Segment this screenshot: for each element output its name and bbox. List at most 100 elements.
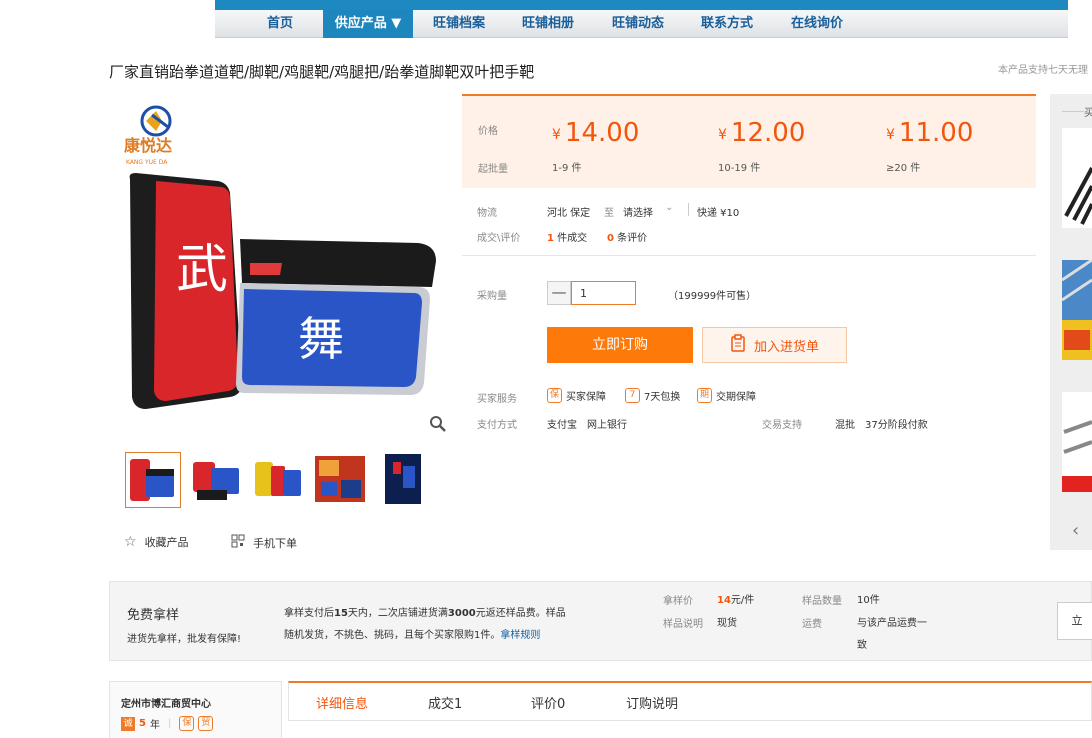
thumbnail-4[interactable] (313, 452, 369, 508)
ship-to: 至 (604, 208, 614, 219)
thumbnail-3[interactable] (251, 452, 307, 508)
payment-label: 支付方式 (477, 420, 517, 431)
product-title: 厂家直销跆拳道道靶/脚靶/鸡腿靶/鸡腿把/跆拳道脚靶双叶把手靶 (109, 63, 535, 81)
black-kick-pad (240, 239, 436, 287)
recommend-item-3[interactable] (1062, 392, 1092, 492)
buy-now-button[interactable]: 立即订购 (547, 327, 693, 363)
sample-title: 免费拿样 (127, 608, 180, 623)
shop-years-unit: 年 (149, 720, 160, 731)
shop-years: 5 (139, 718, 146, 729)
mobile-order[interactable]: 手机下单 (231, 534, 297, 551)
red-pad-character: 武 (176, 240, 228, 300)
shop-nav-bar: 首页 供应产品 ▼ 旺铺档案 旺铺相册 旺铺动态 联系方式 在线询价 (215, 10, 1068, 38)
payment-methods: 支付宝 网上银行 (547, 420, 627, 431)
sample-qty: 10件 (857, 595, 880, 606)
mobile-order-label: 手机下单 (253, 536, 297, 550)
chevron-left-icon[interactable]: ‹ (1072, 520, 1079, 541)
price-tier-3: ¥11.00 (886, 118, 974, 148)
brand-subname: KANG YUE DA (126, 159, 168, 166)
shop-name[interactable]: 定州市博汇商贸中心 (121, 695, 211, 710)
sample-price-label: 拿样价 (663, 596, 693, 607)
delivery-guarantee-icon: 期 (697, 388, 712, 403)
top-banner-strip (215, 0, 1068, 10)
deal-label: 成交\评价 (477, 233, 521, 244)
blue-pad-character: 舞 (298, 312, 344, 366)
decrease-quantity-button[interactable]: — (547, 281, 571, 305)
nav-home[interactable]: 首页 (243, 10, 317, 38)
chevron-down-icon[interactable]: ⌄ (665, 202, 673, 213)
main-product-image[interactable]: 康悦达 KANG YUE DA 武 舞 (118, 97, 454, 433)
review-count[interactable]: 0 条评价 (607, 229, 647, 244)
sample-desc-line-2: 随机发货，不挑色、挑码，且每个买家限购1件。拿样规则 (284, 630, 541, 641)
trade-badge-icon: 贸 (198, 716, 214, 731)
trade-support-label: 交易支持 (762, 420, 802, 431)
sample-subtitle: 进货先拿样，批发有保障! (127, 634, 242, 645)
get-sample-button[interactable]: 立 (1057, 602, 1092, 640)
trade-support-value: 混批 37分阶段付款 (835, 420, 928, 431)
logistics-label: 物流 (477, 208, 497, 219)
detail-tabs: 详细信息 成交1 评价0 订购说明 (288, 681, 1092, 721)
blue-kick-pad: 舞 (236, 283, 430, 395)
recommend-item-1[interactable] (1062, 128, 1092, 228)
sample-shipping-label: 运费 (802, 619, 822, 630)
trust-badge-icon: 诚 (121, 716, 135, 731)
zoom-icon[interactable] (428, 414, 448, 434)
recommend-title: 买 (1084, 108, 1092, 119)
deal-count[interactable]: 1 件成交 (547, 229, 587, 244)
price-tier-2: ¥12.00 (718, 118, 806, 148)
buyer-service-label: 买家服务 (477, 394, 517, 405)
sample-rules-link[interactable]: 拿样规则 (500, 630, 540, 641)
brand-logo: 康悦达 KANG YUE DA (124, 105, 172, 166)
favorite-product[interactable]: ☆ 收藏产品 (124, 534, 189, 550)
sample-desc-line-1: 拿样支付后15天内，二次店铺进货满3000元返还样品费。样品 (284, 608, 566, 619)
nav-news[interactable]: 旺铺动态 (597, 10, 679, 38)
price-tier-3-range: ≥20 件 (886, 163, 921, 174)
tab-order-notes[interactable]: 订购说明 (626, 693, 678, 712)
price-tier-2-range: 10-19 件 (718, 163, 761, 174)
brand-name: 康悦达 (124, 136, 172, 155)
nav-inquiry[interactable]: 在线询价 (775, 10, 859, 38)
nav-contact[interactable]: 联系方式 (686, 10, 768, 38)
sample-qty-label: 样品数量 (802, 596, 842, 607)
divider: | (167, 718, 172, 729)
star-icon: ☆ (124, 534, 137, 550)
add-to-cart-button[interactable]: 加入进货单 (702, 327, 847, 363)
exchange-icon: 7 (625, 388, 640, 403)
price-panel: 价格 起批量 ¥14.00 1-9 件 ¥12.00 10-19 件 ¥11.0… (462, 94, 1036, 188)
sample-shipping-line-1: 与该产品运费一 (857, 618, 927, 629)
divider (1062, 111, 1084, 112)
clipboard-icon (730, 334, 746, 356)
protection-icon: 保 (547, 388, 562, 403)
price-label: 价格 (478, 126, 498, 137)
thumbnail-5[interactable] (375, 452, 431, 508)
nav-album[interactable]: 旺铺相册 (507, 10, 589, 38)
favorite-label: 收藏产品 (144, 536, 189, 549)
price-tier-1-range: 1-9 件 (552, 163, 582, 174)
service-7-day-exchange[interactable]: 7 7天包换 (625, 388, 680, 403)
nav-products[interactable]: 供应产品 ▼ (323, 10, 413, 38)
destination-select[interactable]: 请选择 (623, 204, 653, 219)
divider (462, 255, 1036, 256)
min-order-label: 起批量 (478, 164, 508, 175)
stock-available: （199999件可售） (668, 291, 757, 302)
guarantee-badge-icon: 保 (179, 716, 195, 731)
service-delivery-guarantee[interactable]: 期 交期保障 (697, 388, 756, 403)
service-buyer-protection[interactable]: 保 买家保障 (547, 388, 606, 403)
purchase-qty-label: 采购量 (477, 291, 507, 302)
thumbnail-1[interactable] (125, 452, 181, 508)
express-fee: 快递 ¥10 (697, 208, 740, 219)
red-kick-pad: 武 (129, 173, 242, 409)
price-tier-1: ¥14.00 (552, 118, 640, 148)
ship-origin: 河北 保定 (547, 208, 591, 219)
free-sample-bar (109, 581, 1092, 661)
tab-details[interactable]: 详细信息 (316, 693, 368, 712)
recommend-item-2[interactable] (1062, 260, 1092, 360)
tab-transactions[interactable]: 成交1 (428, 693, 462, 712)
sample-note-label: 样品说明 (663, 619, 703, 630)
add-to-cart-label: 加入进货单 (753, 339, 819, 355)
thumbnail-2[interactable] (189, 452, 245, 508)
tab-reviews[interactable]: 评价0 (531, 693, 565, 712)
quantity-input[interactable] (571, 281, 636, 305)
nav-profile[interactable]: 旺铺档案 (419, 10, 499, 38)
divider (688, 203, 689, 216)
